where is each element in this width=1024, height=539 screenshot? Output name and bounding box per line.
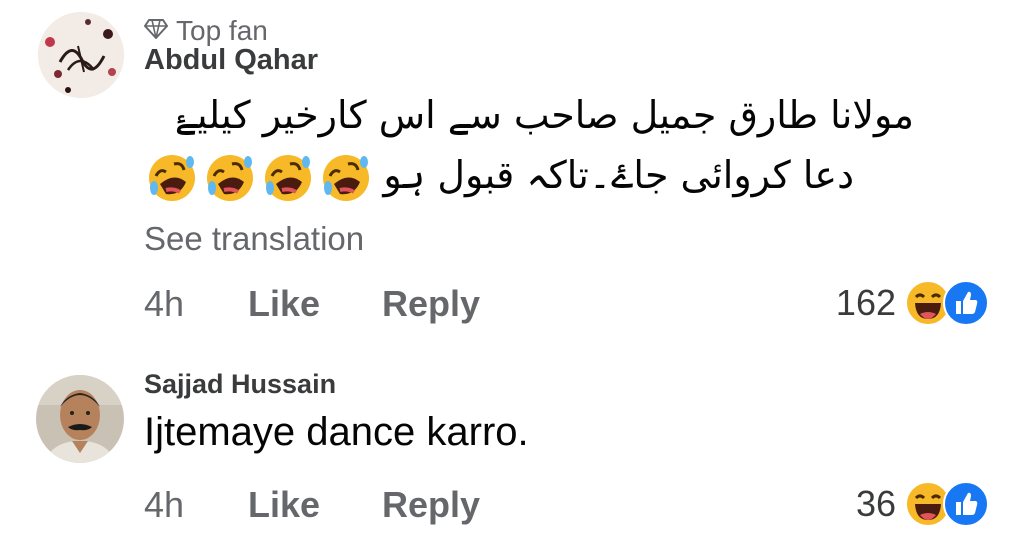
author-name[interactable]: Abdul Qahar [144, 44, 318, 77]
see-translation-link[interactable]: See translation [144, 220, 364, 258]
rolling-laughing-emoji-icon [204, 152, 256, 209]
like-button[interactable]: Like [248, 484, 382, 526]
reply-button[interactable]: Reply [382, 484, 480, 526]
like-icon [942, 480, 990, 528]
emoji-group [146, 152, 372, 209]
reaction-summary[interactable]: 36 [856, 479, 990, 529]
rolling-laughing-emoji-icon [146, 152, 198, 209]
reaction-count: 162 [835, 282, 896, 323]
avatar[interactable] [38, 12, 124, 98]
comment-text: Ijtemaye dance karro. [144, 410, 529, 454]
comment-actions: 4h Like Reply [144, 483, 480, 527]
reaction-icons [904, 279, 990, 327]
timestamp[interactable]: 4h [144, 283, 248, 325]
like-button[interactable]: Like [248, 283, 382, 325]
top-fan-badge: Top fan [144, 14, 268, 48]
like-icon [942, 279, 990, 327]
avatar[interactable] [36, 375, 124, 463]
comment-text-line-1: مولانا طارق جمیل صاحب سے اس کارخیر کیلیۓ [174, 93, 914, 137]
comment-actions: 4h Like Reply [144, 282, 480, 326]
reply-button[interactable]: Reply [382, 283, 480, 325]
rolling-laughing-emoji-icon [320, 152, 372, 209]
reaction-count: 36 [855, 483, 896, 524]
comment-abdul-qahar: Top fan Abdul Qahar مولانا طارق جمیل صاح… [0, 0, 1024, 345]
author-name[interactable]: Sajjad Hussain [144, 369, 336, 400]
diamond-icon [144, 15, 168, 47]
reaction-icons [904, 480, 990, 528]
comment-sajjad-hussain: Sajjad Hussain Ijtemaye dance karro. 4h … [0, 345, 1024, 539]
reaction-summary[interactable]: 162 [836, 278, 990, 328]
timestamp[interactable]: 4h [144, 484, 248, 526]
comment-text-line-2: دعا کروائی جاۓ۔تاکہ قبول ہو [383, 153, 854, 197]
badge-label: Top fan [176, 15, 268, 46]
rolling-laughing-emoji-icon [262, 152, 314, 209]
